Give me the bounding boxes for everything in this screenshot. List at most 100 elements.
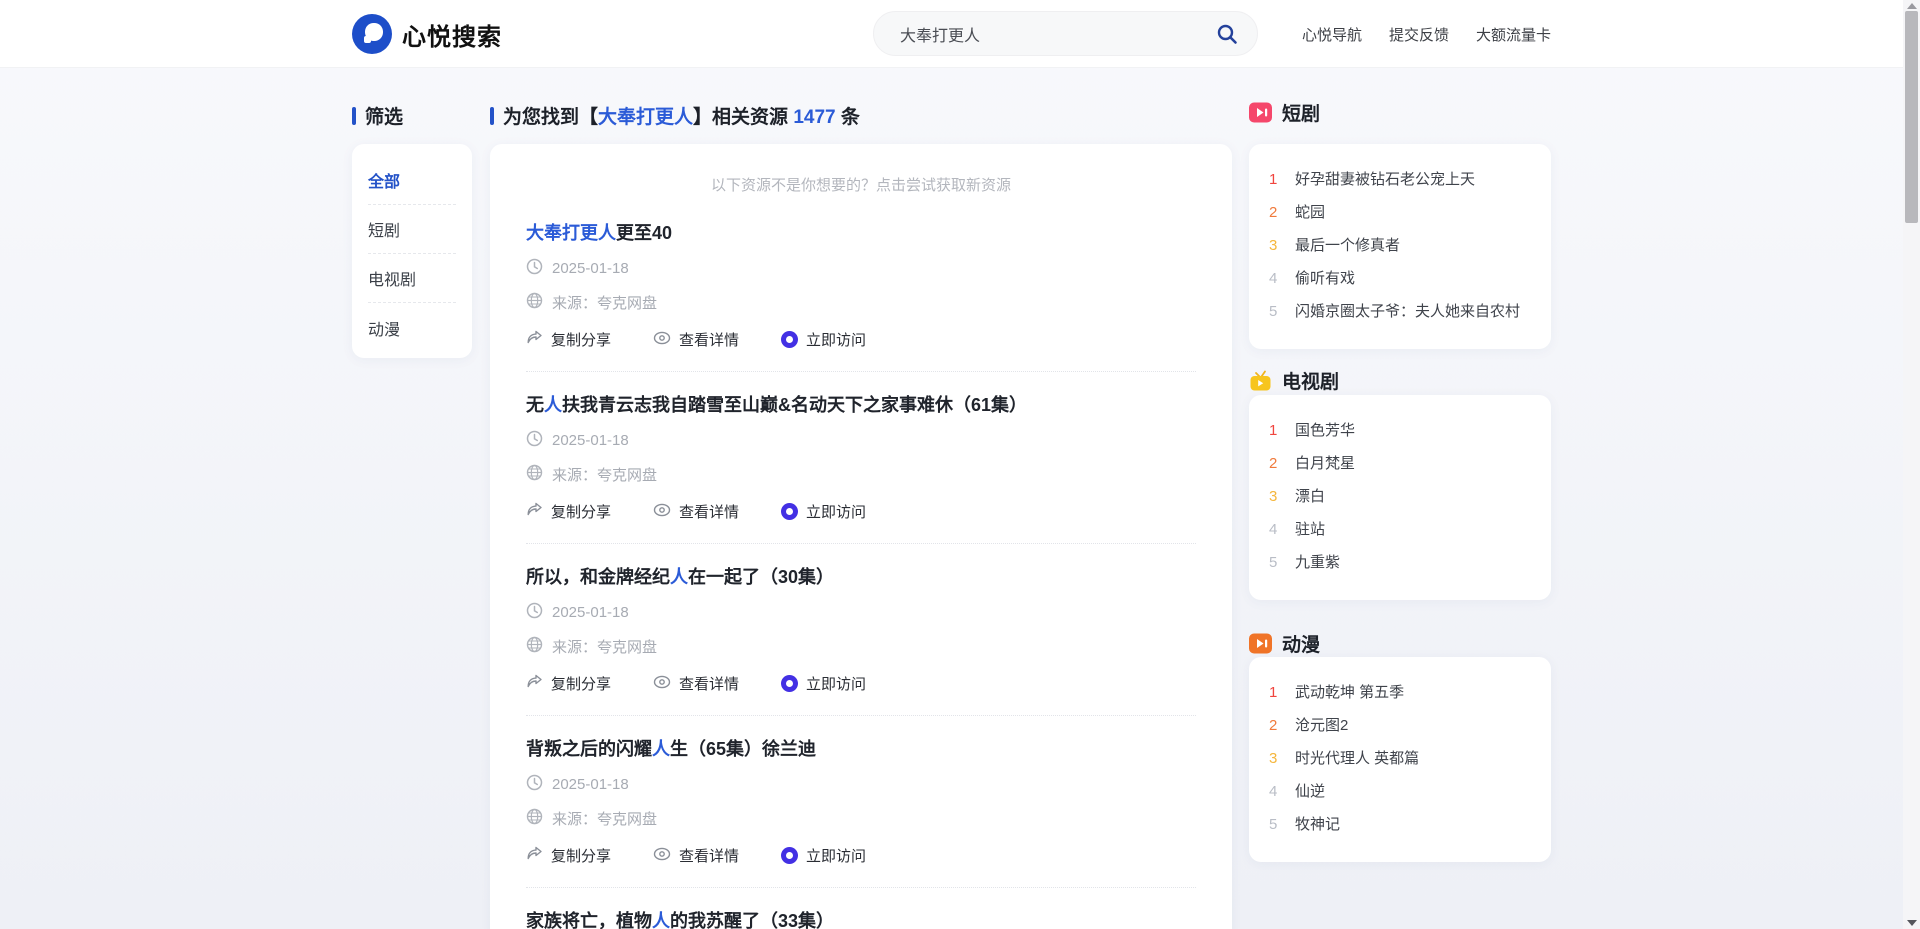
rank-item[interactable]: 5牧神记 bbox=[1269, 815, 1531, 835]
rank-label: 白月梵星 bbox=[1295, 454, 1355, 474]
result-title[interactable]: 背叛之后的闪耀人生（65集）徐兰迪 bbox=[526, 737, 1196, 761]
logo[interactable]: 心悦搜索 bbox=[352, 14, 502, 54]
result-item-2: 无人扶我青云志我自踏雪至山巅&名动天下之家事难休（61集）2025-01-18来… bbox=[526, 393, 1196, 544]
results-header: 为您找到【大奉打更人】相关资源 1477 条 bbox=[490, 102, 860, 129]
filter-card: 全部短剧电视剧动漫 bbox=[352, 144, 472, 358]
rank-item[interactable]: 1武动乾坤 第五季 bbox=[1269, 683, 1531, 703]
rank-label: 漂白 bbox=[1295, 487, 1325, 507]
visit-icon bbox=[781, 503, 798, 520]
visit-now-button[interactable]: 立即访问 bbox=[781, 673, 866, 694]
rank-card-短剧: 1好孕甜妻被钻石老公宠上天 2蛇园 3最后一个修真者 4偷听有戏 5闪婚京圈太子爷：夫人… bbox=[1249, 144, 1551, 349]
play-pink-icon bbox=[1249, 101, 1282, 124]
rank-number: 5 bbox=[1269, 553, 1285, 573]
eye-icon bbox=[653, 503, 671, 521]
eye-icon bbox=[653, 675, 671, 693]
rank-header-短剧: 短剧 bbox=[1249, 99, 1320, 126]
visit-now-button[interactable]: 立即访问 bbox=[781, 845, 866, 866]
rank-header-动漫: 动漫 bbox=[1249, 630, 1320, 657]
rank-label: 九重紫 bbox=[1295, 553, 1340, 573]
search-bar[interactable] bbox=[873, 11, 1258, 56]
result-item-1: 大奉打更人更至402025-01-18来源：夸克网盘复制分享查看详情立即访问 bbox=[526, 221, 1196, 372]
view-detail-button[interactable]: 查看详情 bbox=[653, 329, 739, 350]
rank-item[interactable]: 1好孕甜妻被钻石老公宠上天 bbox=[1269, 170, 1531, 190]
rank-item[interactable]: 5闪婚京圈太子爷：夫人她来自农村 bbox=[1269, 302, 1531, 322]
globe-icon bbox=[526, 292, 543, 313]
result-date: 2025-01-18 bbox=[526, 602, 1196, 623]
result-source: 来源：夸克网盘 bbox=[526, 808, 1196, 829]
rank-number: 2 bbox=[1269, 454, 1285, 474]
rank-number: 1 bbox=[1269, 683, 1285, 703]
copy-share-button[interactable]: 复制分享 bbox=[526, 845, 611, 866]
result-title[interactable]: 所以，和金牌经纪人在一起了（30集） bbox=[526, 565, 1196, 589]
scrollbar-thumb[interactable] bbox=[1905, 11, 1918, 223]
visit-now-button[interactable]: 立即访问 bbox=[781, 329, 866, 350]
view-detail-button[interactable]: 查看详情 bbox=[653, 845, 739, 866]
result-title[interactable]: 无人扶我青云志我自踏雪至山巅&名动天下之家事难休（61集） bbox=[526, 393, 1196, 417]
visit-now-button[interactable]: 立即访问 bbox=[781, 501, 866, 522]
rank-label: 牧神记 bbox=[1295, 815, 1340, 835]
filter-item-4[interactable]: 动漫 bbox=[368, 303, 456, 352]
refresh-notice[interactable]: 以下资源不是你想要的？点击尝试获取新资源 bbox=[526, 174, 1196, 195]
rank-item[interactable]: 5 九重紫 bbox=[1269, 553, 1531, 573]
clock-icon bbox=[526, 774, 543, 795]
copy-share-button[interactable]: 复制分享 bbox=[526, 329, 611, 350]
result-title[interactable]: 大奉打更人更至40 bbox=[526, 221, 1196, 245]
rank-item[interactable]: 4 仙逆 bbox=[1269, 782, 1531, 802]
rank-number: 1 bbox=[1269, 421, 1285, 441]
scrollbar[interactable] bbox=[1903, 0, 1920, 929]
globe-icon bbox=[526, 464, 543, 485]
copy-share-button[interactable]: 复制分享 bbox=[526, 673, 611, 694]
copy-share-button[interactable]: 复制分享 bbox=[526, 501, 611, 522]
top-bar: 心悦搜索 心悦导航 提交反馈 大额流量卡 bbox=[0, 0, 1903, 68]
result-item-5: 家族将亡，植物人的我苏醒了（33集）2025-01-18来源：夸克网盘复制分享查… bbox=[526, 909, 1196, 929]
rank-item[interactable]: 2 沧元图2 bbox=[1269, 716, 1531, 736]
scroll-down-arrow[interactable] bbox=[1907, 920, 1917, 926]
rank-item[interactable]: 4驻站 bbox=[1269, 520, 1531, 540]
search-icon[interactable] bbox=[1215, 22, 1239, 46]
globe-icon bbox=[526, 808, 543, 829]
rank-item[interactable]: 3时光代理人 英都篇 bbox=[1269, 749, 1531, 769]
share-icon bbox=[526, 329, 543, 350]
rank-label: 沧元图2 bbox=[1295, 716, 1348, 736]
rank-item[interactable]: 2 白月梵星 bbox=[1269, 454, 1531, 474]
clock-icon bbox=[526, 430, 543, 451]
filter-item-3[interactable]: 电视剧 bbox=[368, 254, 456, 303]
filter-item-2[interactable]: 短剧 bbox=[368, 205, 456, 254]
rank-number: 3 bbox=[1269, 487, 1285, 507]
rank-label: 时光代理人 英都篇 bbox=[1295, 749, 1419, 769]
rank-title: 动漫 bbox=[1282, 630, 1320, 657]
topnav-link-2[interactable]: 提交反馈 bbox=[1389, 24, 1449, 45]
share-icon bbox=[526, 845, 543, 866]
rank-item[interactable]: 4偷听有戏 bbox=[1269, 269, 1531, 289]
result-date: 2025-01-18 bbox=[526, 774, 1196, 795]
rank-title: 电视剧 bbox=[1282, 367, 1339, 394]
view-detail-button[interactable]: 查看详情 bbox=[653, 673, 739, 694]
filter-item-1[interactable]: 全部 bbox=[368, 156, 456, 205]
accent-bar bbox=[490, 107, 494, 125]
rank-card-动漫: 1武动乾坤 第五季 2 沧元图2 3时光代理人 英都篇 4 仙逆 5牧神记 bbox=[1249, 657, 1551, 862]
rank-item[interactable]: 3 漂白 bbox=[1269, 487, 1531, 507]
topnav-link-3[interactable]: 大额流量卡 bbox=[1476, 24, 1551, 45]
rank-item[interactable]: 1国色芳华 bbox=[1269, 421, 1531, 441]
rank-number: 4 bbox=[1269, 782, 1285, 802]
rank-label: 蛇园 bbox=[1295, 203, 1325, 223]
result-item-3: 所以，和金牌经纪人在一起了（30集） 2025-01-18 来源：夸克网盘复制分享 查… bbox=[526, 565, 1196, 716]
play-orange-icon bbox=[1249, 632, 1282, 655]
search-input[interactable] bbox=[900, 25, 1215, 43]
eye-icon bbox=[653, 331, 671, 349]
rank-item[interactable]: 2蛇园 bbox=[1269, 203, 1531, 223]
rank-label: 好孕甜妻被钻石老公宠上天 bbox=[1295, 170, 1475, 190]
topnav-link-1[interactable]: 心悦导航 bbox=[1302, 24, 1362, 45]
scroll-up-arrow[interactable] bbox=[1907, 3, 1917, 9]
result-source: 来源：夸克网盘 bbox=[526, 464, 1196, 485]
rank-number: 5 bbox=[1269, 302, 1285, 322]
filter-header: 筛选 bbox=[352, 102, 403, 129]
result-source: 来源：夸克网盘 bbox=[526, 636, 1196, 657]
rank-item[interactable]: 3最后一个修真者 bbox=[1269, 236, 1531, 256]
rank-number: 2 bbox=[1269, 716, 1285, 736]
view-detail-button[interactable]: 查看详情 bbox=[653, 501, 739, 522]
result-title[interactable]: 家族将亡，植物人的我苏醒了（33集） bbox=[526, 909, 1196, 929]
visit-icon bbox=[781, 331, 798, 348]
rank-card-电视剧: 1国色芳华 2 白月梵星 3 漂白 4驻站 5 九重紫 bbox=[1249, 395, 1551, 600]
rank-label: 仙逆 bbox=[1295, 782, 1325, 802]
